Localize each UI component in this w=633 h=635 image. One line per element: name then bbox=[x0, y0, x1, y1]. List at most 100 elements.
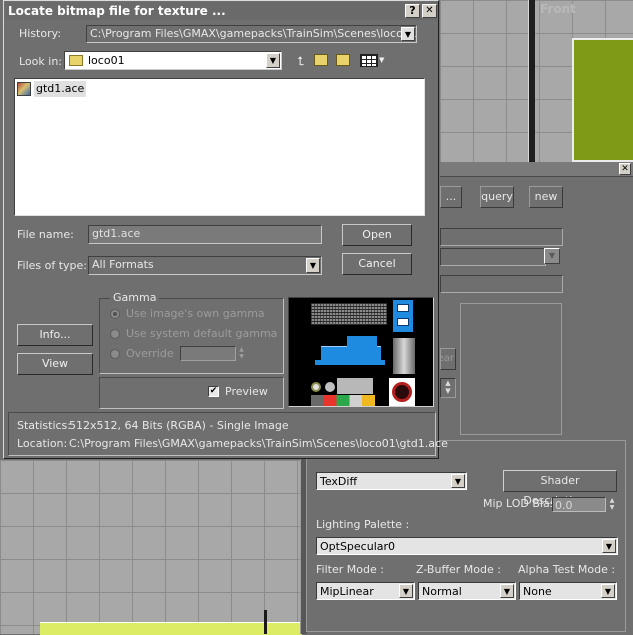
preview-panel-detail bbox=[397, 304, 409, 312]
view-menu-icon[interactable] bbox=[360, 54, 378, 67]
preview-panel-detail-2 bbox=[397, 318, 409, 326]
material-type-arrow-icon[interactable]: ▼ bbox=[544, 248, 560, 264]
dropdown-arrow-icon: ▼ bbox=[401, 27, 415, 41]
filter-mode-label: Filter Mode : bbox=[316, 563, 384, 576]
viewport-label: Front bbox=[540, 2, 576, 16]
location-label: Location: bbox=[17, 437, 68, 450]
dialog-title: Locate bitmap file for texture ... bbox=[8, 4, 226, 18]
gamma-override-input[interactable] bbox=[180, 346, 236, 361]
lookin-value: loco01 bbox=[88, 54, 125, 67]
view-menu-arrow-icon[interactable]: ▼ bbox=[379, 56, 384, 64]
new-button[interactable]: new bbox=[529, 186, 563, 208]
preview-loco-cab bbox=[347, 336, 377, 348]
close-icon[interactable]: ✕ bbox=[422, 4, 437, 18]
file-name: gtd1.ace bbox=[34, 81, 87, 97]
cancel-button[interactable]: Cancel bbox=[342, 253, 412, 275]
mip-lod-input[interactable]: 0.0 bbox=[552, 497, 606, 512]
history-combo[interactable]: C:\Program Files\GMAX\gamepacks\TrainSim… bbox=[86, 25, 417, 43]
dropdown-arrow-icon: ▼ bbox=[451, 474, 465, 488]
perspective-viewport[interactable] bbox=[0, 460, 302, 635]
zbuffer-mode-dropdown[interactable]: Normal ▼ bbox=[418, 582, 516, 600]
preview-cylinder bbox=[393, 338, 415, 374]
mip-lod-spinner[interactable]: ▲ ▼ bbox=[607, 497, 617, 512]
filetype-value: All Formats bbox=[92, 258, 154, 271]
material-type-field[interactable] bbox=[440, 248, 546, 266]
map-field[interactable] bbox=[440, 275, 563, 293]
gamma-override-spinner[interactable]: ▲ ▼ bbox=[237, 346, 246, 361]
lighting-palette-dropdown[interactable]: OptSpecular0 ▼ bbox=[316, 537, 618, 555]
checkbox-check-icon: ✔ bbox=[209, 386, 218, 396]
new-folder-icon[interactable] bbox=[314, 54, 328, 66]
truncated-button[interactable]: ... bbox=[440, 186, 462, 208]
spinner-fragment[interactable]: ▲ ▼ bbox=[440, 378, 456, 398]
zbuffer-mode-label: Z-Buffer Mode : bbox=[416, 563, 501, 576]
statistics-label: Statistics: bbox=[17, 419, 71, 432]
panel-header bbox=[440, 162, 633, 177]
dropdown-arrow-icon: ▼ bbox=[266, 53, 280, 68]
dropdown-arrow-icon: ▼ bbox=[399, 584, 413, 598]
gamma-own-radio[interactable] bbox=[110, 309, 120, 319]
filename-label: File name: bbox=[17, 228, 74, 241]
preview-swatches bbox=[311, 395, 375, 406]
viewport-divider bbox=[528, 0, 535, 162]
mip-lod-value: 0.0 bbox=[555, 499, 573, 512]
gamma-default-radio[interactable] bbox=[110, 329, 120, 339]
lighting-palette-label: Lighting Palette : bbox=[316, 518, 410, 531]
preview-loco-base bbox=[315, 360, 385, 365]
lookin-combo[interactable]: loco01 ▼ bbox=[64, 51, 282, 70]
gamma-override-radio[interactable] bbox=[110, 349, 120, 359]
lookin-label: Look in: bbox=[19, 55, 62, 68]
ground-plane bbox=[40, 622, 302, 635]
dropdown-arrow-icon: ▼ bbox=[306, 258, 320, 273]
shader-dropdown[interactable]: TexDiff ▼ bbox=[316, 472, 467, 490]
dropdown-arrow-icon: ▼ bbox=[602, 539, 616, 553]
preview-wheel bbox=[392, 382, 412, 402]
front-viewport[interactable]: Front bbox=[440, 0, 633, 162]
panel-close-icon[interactable]: ✕ bbox=[619, 163, 631, 175]
dropdown-arrow-icon: ▼ bbox=[601, 584, 615, 598]
mip-lod-label: Mip LOD Bias bbox=[483, 497, 556, 510]
material-name-field[interactable] bbox=[440, 228, 563, 246]
open-button[interactable]: Open bbox=[342, 224, 412, 246]
filter-mode-value: MipLinear bbox=[320, 585, 374, 598]
filename-value: gtd1.ace bbox=[92, 227, 141, 240]
zbuffer-mode-value: Normal bbox=[422, 585, 462, 598]
filter-mode-dropdown[interactable]: MipLinear ▼ bbox=[316, 582, 415, 600]
gamma-default-label: Use system default gamma bbox=[126, 327, 278, 340]
gamma-override-label: Override bbox=[126, 347, 174, 360]
history-label: History: bbox=[19, 27, 62, 40]
rollout-panel: ✕ ... query new ▼ ear ▲▼ bbox=[440, 162, 633, 440]
locate-bitmap-dialog: Locate bitmap file for texture ... ? ✕ H… bbox=[3, 0, 448, 459]
sub-group-box bbox=[460, 303, 562, 435]
help-icon[interactable]: ? bbox=[405, 4, 420, 18]
pivot-axis bbox=[264, 610, 267, 634]
alpha-test-dropdown[interactable]: None ▼ bbox=[519, 582, 617, 600]
preview-gray-block bbox=[337, 378, 373, 394]
statistics-value: 512x512, 64 Bits (RGBA) - Single Image bbox=[69, 419, 289, 432]
gamma-title: Gamma bbox=[110, 291, 160, 304]
clear-label: ear bbox=[441, 353, 454, 364]
filetype-label: Files of type: bbox=[17, 259, 88, 272]
texture-preview bbox=[288, 297, 434, 407]
clear-button[interactable]: ear bbox=[440, 348, 456, 370]
folder-icon bbox=[69, 55, 83, 66]
query-button[interactable]: query bbox=[480, 186, 514, 208]
preview-circle-small bbox=[311, 382, 321, 392]
view-button[interactable]: View bbox=[17, 353, 93, 375]
dialog-titlebar[interactable]: Locate bitmap file for texture ... bbox=[5, 2, 437, 20]
gamma-own-label: Use image's own gamma bbox=[126, 307, 265, 320]
filetype-combo[interactable]: All Formats ▼ bbox=[88, 256, 322, 275]
shader-description-button[interactable]: Shader Description... bbox=[503, 470, 617, 507]
desktop-icon[interactable] bbox=[336, 54, 350, 66]
alpha-test-value: None bbox=[523, 585, 552, 598]
preview-label: Preview bbox=[225, 385, 268, 398]
up-folder-icon[interactable]: ⮤ bbox=[294, 54, 308, 68]
shader-rollout bbox=[306, 440, 626, 632]
preview-circle-small-2 bbox=[325, 382, 335, 392]
history-value: C:\Program Files\GMAX\gamepacks\TrainSim… bbox=[90, 27, 417, 40]
preview-checkbox[interactable]: ✔ bbox=[208, 386, 219, 397]
file-list[interactable]: gtd1.ace bbox=[14, 78, 425, 216]
preview-grille bbox=[311, 303, 387, 325]
filename-input[interactable]: gtd1.ace bbox=[88, 225, 322, 244]
info-button[interactable]: Info... bbox=[17, 324, 93, 346]
